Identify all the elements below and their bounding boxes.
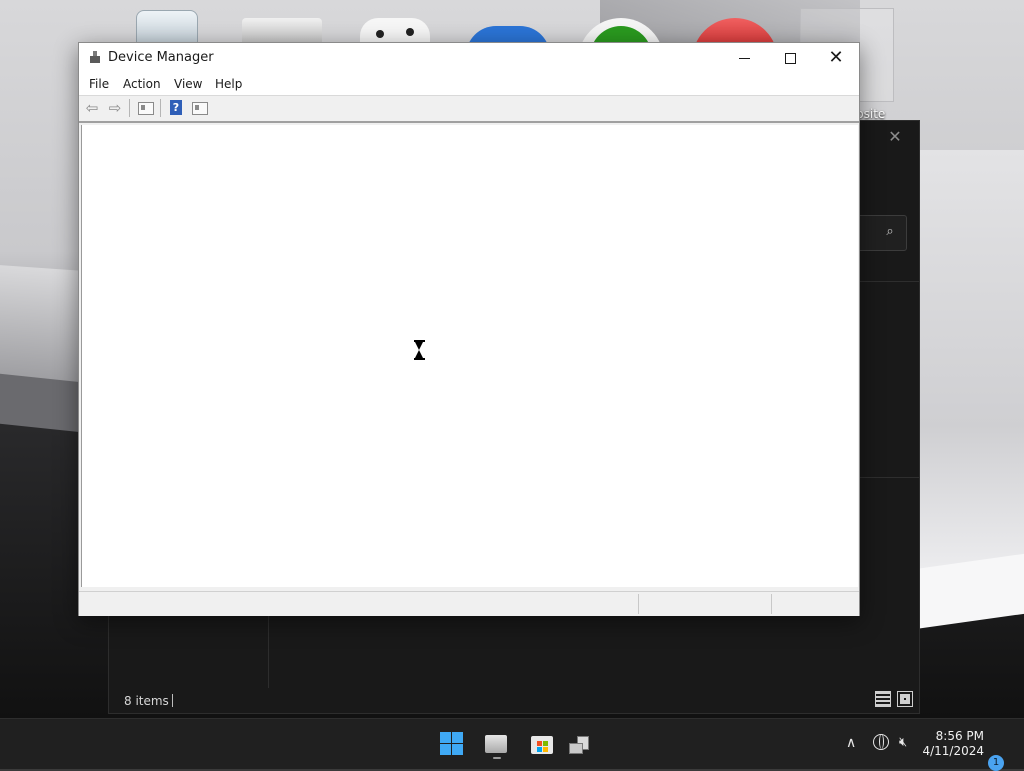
device-tree-pane[interactable] bbox=[81, 125, 858, 587]
maximize-button[interactable] bbox=[767, 43, 813, 73]
status-separator bbox=[771, 594, 772, 614]
menu-file[interactable]: File bbox=[89, 77, 109, 91]
show-hidden-icons-chevron-icon[interactable]: ∧ bbox=[846, 735, 856, 751]
properties-icon[interactable] bbox=[137, 100, 155, 116]
notification-badge[interactable]: 1 bbox=[988, 755, 1004, 771]
clock[interactable]: 8:56 PM 4/11/2024 bbox=[922, 729, 984, 759]
close-icon[interactable]: ✕ bbox=[885, 127, 905, 147]
divider bbox=[857, 477, 919, 478]
clock-date: 4/11/2024 bbox=[922, 744, 984, 758]
menu-action[interactable]: Action bbox=[123, 77, 161, 91]
status-separator bbox=[638, 594, 639, 614]
device-manager-icon[interactable] bbox=[565, 729, 595, 759]
start-icon[interactable] bbox=[437, 729, 467, 759]
volume-muted-icon[interactable]: 🔇︎ bbox=[899, 735, 907, 750]
toolbar: ⇦ ⇨ ? bbox=[79, 96, 859, 123]
navigation-pane-splitter[interactable] bbox=[268, 616, 269, 688]
menu-help[interactable]: Help bbox=[215, 77, 242, 91]
toolbar-separator bbox=[160, 99, 161, 117]
status-item-count: 8 items bbox=[124, 694, 169, 708]
device-manager-icon bbox=[88, 50, 102, 64]
search-icon: ⌕ bbox=[886, 224, 894, 239]
taskbar: ∧ 🔇︎ 8:56 PM 4/11/2024 1 bbox=[0, 718, 1024, 771]
microsoft-store-icon[interactable] bbox=[528, 729, 558, 759]
forward-icon[interactable]: ⇨ bbox=[106, 100, 124, 116]
details-view-icon[interactable] bbox=[875, 691, 891, 707]
status-bar bbox=[79, 591, 859, 616]
status-separator bbox=[172, 694, 173, 707]
toolbar-separator bbox=[129, 99, 130, 117]
file-explorer-icon[interactable] bbox=[482, 729, 512, 759]
close-icon: ✕ bbox=[828, 47, 844, 68]
device-manager-window[interactable]: Device Manager ✕ File Action View Help ⇦… bbox=[78, 42, 860, 616]
close-button[interactable]: ✕ bbox=[813, 43, 859, 73]
divider bbox=[857, 281, 919, 282]
large-icons-view-icon[interactable] bbox=[897, 691, 913, 707]
window-title: Device Manager bbox=[108, 50, 214, 65]
website-shortcut-label: bsite bbox=[856, 107, 886, 121]
hourglass-cursor-icon bbox=[414, 340, 425, 360]
help-icon[interactable]: ? bbox=[168, 100, 186, 116]
view-icon[interactable] bbox=[191, 100, 209, 116]
back-icon[interactable]: ⇦ bbox=[83, 100, 101, 116]
maximize-icon bbox=[784, 53, 796, 64]
minimize-icon bbox=[738, 58, 750, 59]
menu-view[interactable]: View bbox=[174, 77, 202, 91]
minimize-button[interactable] bbox=[721, 43, 767, 73]
view-toggle-group bbox=[875, 691, 913, 707]
network-globe-icon[interactable] bbox=[873, 734, 889, 750]
menu-bar: File Action View Help bbox=[79, 73, 859, 96]
title-bar[interactable]: Device Manager ✕ bbox=[79, 43, 859, 73]
clock-time: 8:56 PM bbox=[935, 729, 984, 743]
